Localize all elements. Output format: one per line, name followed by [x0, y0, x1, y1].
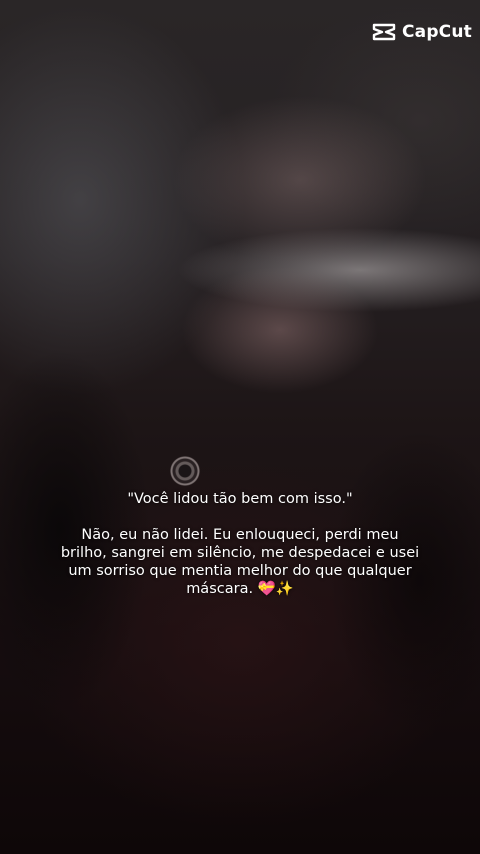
capcut-logo-icon [372, 23, 396, 41]
caption-quote: "Você lidou tão bem com isso." [127, 491, 353, 507]
earring [166, 456, 204, 486]
caption-text-block: "Você lidou tão bem com isso." Não, eu n… [60, 490, 420, 598]
caption-body: Não, eu não lidei. Eu enlouqueci, perdi … [60, 527, 420, 597]
video-frame: CapCut "Você lidou tão bem com isso." Nã… [0, 0, 480, 854]
capcut-watermark: CapCut [372, 22, 472, 42]
capcut-wordmark: CapCut [401, 22, 472, 42]
